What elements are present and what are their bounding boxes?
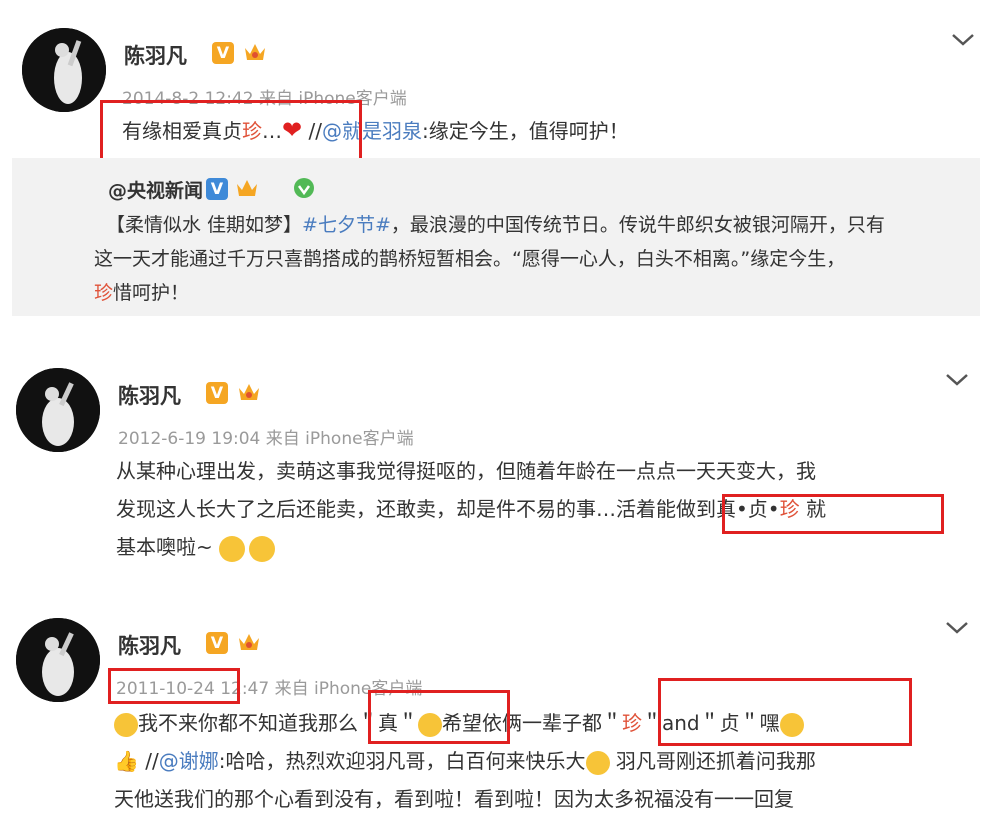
- text-line: 从某种心理出发，卖萌这事我觉得挺呕的，但随着年龄在一点点一天天变大，我: [116, 459, 816, 483]
- text-segment: :缘定今生，值得呵护！: [421, 119, 629, 143]
- repost-author[interactable]: @央视新闻: [108, 176, 203, 203]
- text-line: 我不来你都不知道我那么＂真＂ 希望依俩一辈子都＂珍＂and＂贞＂嘿: [114, 704, 994, 742]
- text-segment: 羽凡哥刚还抓着问我那: [609, 749, 816, 773]
- chevron-down-icon[interactable]: [950, 32, 976, 48]
- shield-icon: [294, 178, 314, 198]
- timestamp[interactable]: 2012-6-19 19:04: [118, 429, 260, 449]
- highlight-char: 珍: [622, 711, 642, 735]
- crown-icon: [239, 384, 259, 400]
- mention-link[interactable]: @就是羽泉: [322, 119, 422, 143]
- text-segment: ＂: [602, 711, 622, 735]
- heart-icon: ❤: [282, 116, 303, 144]
- chevron-down-icon[interactable]: [944, 620, 970, 636]
- repost-line: 【柔情似水 佳期如梦】#七夕节#，最浪漫的中国传统节日。传说牛郎织女被银河隔开，…: [106, 208, 974, 242]
- verified-v-icon: V: [206, 632, 228, 654]
- author-name[interactable]: 陈羽凡: [118, 630, 181, 660]
- crown-icon: [239, 634, 259, 650]
- text-segment: ，最浪漫的中国传统节日。传说牛郎织女被银河隔开，只有: [390, 214, 885, 236]
- text-segment: …: [262, 119, 282, 143]
- text-segment: 【柔情似水 佳期如梦】: [106, 214, 303, 236]
- crown-icon: [237, 180, 257, 196]
- text-segment: 活着能做到真•贞•: [616, 497, 780, 521]
- author-name[interactable]: 陈羽凡: [118, 380, 181, 410]
- text-segment: 基本噢啦~: [116, 535, 213, 559]
- text-segment: ＂and＂贞＂嘿: [642, 711, 780, 735]
- highlight-char: 珍: [779, 497, 800, 521]
- highlight-char: 珍: [94, 282, 114, 304]
- repost-line: 这一天才能通过千万只喜鹊搭成的鹊桥短暂相会。“愿得一心人，白头不相离。”缘定今生…: [94, 248, 846, 270]
- text-segment: 惜呵护！: [113, 282, 190, 304]
- text-segment: 我不来你都不知道我那么: [138, 711, 358, 735]
- post-meta: 2014-8-2 12:42 来自 iPhone客户端: [122, 84, 407, 109]
- text-segment: //: [138, 749, 159, 773]
- text-segment: ＂真＂: [358, 711, 418, 735]
- verified-v-icon: V: [206, 382, 228, 404]
- mention-link[interactable]: @谢娜: [159, 749, 219, 773]
- repost-line: 珍惜呵护！: [94, 276, 974, 310]
- post-text: 有缘相爱真贞珍…❤ //@就是羽泉:缘定今生，值得呵护！: [122, 114, 982, 148]
- source: 来自 iPhone客户端: [274, 679, 423, 699]
- text-line: 基本噢啦~: [116, 528, 986, 566]
- timestamp[interactable]: 2014-8-2 12:42: [122, 89, 254, 109]
- highlight-char: 珍: [242, 119, 262, 143]
- emoji-icon: [585, 750, 610, 775]
- post-meta: 2011-10-24 12:47 来自 iPhone客户端: [116, 674, 422, 699]
- hashtag-link[interactable]: #七夕节#: [302, 214, 391, 236]
- avatar[interactable]: [16, 368, 100, 452]
- text-segment: :哈哈，热烈欢迎羽凡哥，白百何来快乐大: [218, 749, 586, 773]
- text-segment: 希望依俩一辈子都: [442, 711, 602, 735]
- text-segment: //: [302, 119, 322, 143]
- emoji-icon: [418, 712, 442, 737]
- grin-emoji-icon: [248, 535, 275, 562]
- cool-emoji-icon: [218, 535, 245, 562]
- post-meta: 2012-6-19 19:04 来自 iPhone客户端: [118, 424, 414, 449]
- text-line: 👍 //@谢娜:哈哈，热烈欢迎羽凡哥，白百何来快乐大 羽凡哥刚还抓着问我那: [114, 742, 994, 780]
- source: 来自 iPhone客户端: [258, 89, 407, 109]
- text-line: 天他送我们的那个心看到没有，看到啦！看到啦！因为太多祝福没有一一回复: [114, 787, 794, 811]
- post-text: 我不来你都不知道我那么＂真＂ 希望依俩一辈子都＂珍＂and＂贞＂嘿 👍 //@谢娜…: [114, 704, 994, 818]
- text-segment: 就: [799, 497, 826, 521]
- text-line: 发现这人长大了之后还能卖，还敢卖，却是件不易的事…活着能做到真•贞•珍 就: [116, 490, 986, 528]
- author-name[interactable]: 陈羽凡: [124, 40, 187, 70]
- verified-v-icon: V: [212, 42, 234, 64]
- thumbs-up-icon: 👍: [114, 749, 139, 773]
- text-segment: 有缘相爱真贞: [122, 119, 242, 143]
- emoji-icon: [114, 712, 138, 737]
- avatar[interactable]: [16, 618, 100, 702]
- source: 来自 iPhone客户端: [265, 429, 414, 449]
- text-segment: 发现这人长大了之后还能卖，还敢卖，却是件不易的事…: [116, 497, 616, 521]
- emoji-icon: [779, 712, 804, 737]
- avatar[interactable]: [22, 28, 106, 112]
- timestamp[interactable]: 2011-10-24 12:47: [116, 679, 269, 699]
- post-text: 从某种心理出发，卖萌这事我觉得挺呕的，但随着年龄在一点点一天天变大，我 发现这人…: [116, 452, 986, 566]
- chevron-down-icon[interactable]: [944, 372, 970, 388]
- repost-text: 【柔情似水 佳期如梦】#七夕节#，最浪漫的中国传统节日。传说牛郎织女被银河隔开，…: [94, 208, 974, 310]
- verified-v-icon: V: [206, 178, 228, 200]
- crown-icon: [245, 44, 265, 60]
